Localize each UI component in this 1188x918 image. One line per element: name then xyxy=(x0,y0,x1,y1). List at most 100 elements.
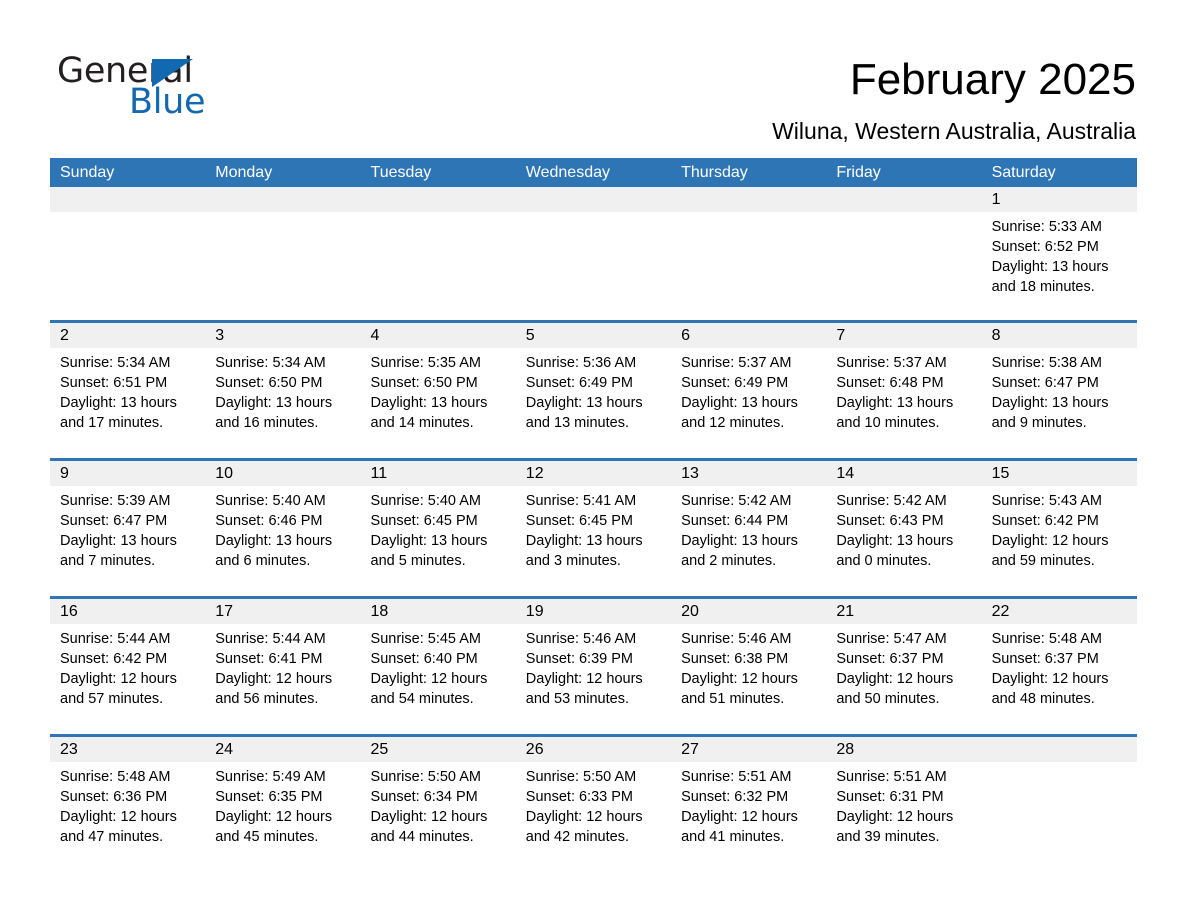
daylight-text-line1: Daylight: 13 hours xyxy=(60,395,177,411)
daylight-text-line1: Daylight: 13 hours xyxy=(215,533,333,549)
day-number: 22 xyxy=(991,603,1010,620)
day-cell[interactable]: 9 Sunrise: 5:39 AM Sunset: 6:47 PM Dayli… xyxy=(50,461,206,596)
calendar-week-row: 16 Sunrise: 5:44 AM Sunset: 6:42 PM Dayl… xyxy=(50,596,1137,734)
sunrise-text: Sunrise: 5:36 AM xyxy=(525,355,637,371)
day-number: 4 xyxy=(370,327,380,344)
daylight-text-line2: and 16 minutes. xyxy=(215,415,319,431)
day-cell[interactable]: 11 Sunrise: 5:40 AM Sunset: 6:45 PM Dayl… xyxy=(360,461,516,596)
sunset-text: Sunset: 6:32 PM xyxy=(681,789,789,805)
day-cell[interactable]: 1 Sunrise: 5:33 AM Sunset: 6:52 PM Dayli… xyxy=(981,187,1137,320)
sunset-text: Sunset: 6:52 PM xyxy=(991,239,1099,255)
sunrise-text: Sunrise: 5:46 AM xyxy=(525,631,637,647)
day-cell[interactable] xyxy=(826,187,982,320)
day-number: 8 xyxy=(991,327,1001,344)
day-cell[interactable] xyxy=(671,187,827,320)
daylight-text-line2: and 17 minutes. xyxy=(60,415,164,431)
daylight-text-line1: Daylight: 13 hours xyxy=(991,259,1109,275)
day-number: 5 xyxy=(525,327,535,344)
daylight-text-line2: and 5 minutes. xyxy=(370,553,466,569)
day-number: 1 xyxy=(991,191,1001,208)
day-cell[interactable]: 14 Sunrise: 5:42 AM Sunset: 6:43 PM Dayl… xyxy=(826,461,982,596)
day-cell[interactable]: 19 Sunrise: 5:46 AM Sunset: 6:39 PM Dayl… xyxy=(515,599,672,734)
day-cell[interactable]: 27 Sunrise: 5:51 AM Sunset: 6:32 PM Dayl… xyxy=(671,737,827,872)
sunset-text: Sunset: 6:37 PM xyxy=(836,651,944,667)
day-cell[interactable] xyxy=(50,187,206,320)
daylight-text-line2: and 48 minutes. xyxy=(991,691,1095,707)
day-number xyxy=(671,191,681,208)
daylight-text-line2: and 45 minutes. xyxy=(215,829,319,845)
day-cell[interactable]: 3 Sunrise: 5:34 AM Sunset: 6:50 PM Dayli… xyxy=(205,323,361,458)
day-cell[interactable]: 2 Sunrise: 5:34 AM Sunset: 6:51 PM Dayli… xyxy=(50,323,206,458)
day-number: 12 xyxy=(525,465,544,482)
daylight-text-line2: and 59 minutes. xyxy=(991,553,1095,569)
day-number: 14 xyxy=(836,465,855,482)
day-cell[interactable]: 5 Sunrise: 5:36 AM Sunset: 6:49 PM Dayli… xyxy=(515,323,672,458)
day-cell[interactable]: 20 Sunrise: 5:46 AM Sunset: 6:38 PM Dayl… xyxy=(671,599,827,734)
daylight-text-line2: and 0 minutes. xyxy=(836,553,932,569)
day-cell[interactable] xyxy=(515,187,672,320)
day-cell[interactable]: 7 Sunrise: 5:37 AM Sunset: 6:48 PM Dayli… xyxy=(826,323,982,458)
day-cell[interactable]: 21 Sunrise: 5:47 AM Sunset: 6:37 PM Dayl… xyxy=(826,599,982,734)
sunset-text: Sunset: 6:38 PM xyxy=(681,651,789,667)
day-cell[interactable]: 18 Sunrise: 5:45 AM Sunset: 6:40 PM Dayl… xyxy=(360,599,516,734)
daylight-text-line2: and 2 minutes. xyxy=(681,553,777,569)
day-cell[interactable] xyxy=(360,187,516,320)
sunset-text: Sunset: 6:31 PM xyxy=(836,789,944,805)
sunset-text: Sunset: 6:47 PM xyxy=(991,375,1099,391)
day-cell[interactable]: 24 Sunrise: 5:49 AM Sunset: 6:35 PM Dayl… xyxy=(205,737,361,872)
day-cell[interactable]: 12 Sunrise: 5:41 AM Sunset: 6:45 PM Dayl… xyxy=(515,461,672,596)
day-cell[interactable]: 6 Sunrise: 5:37 AM Sunset: 6:49 PM Dayli… xyxy=(671,323,827,458)
sunset-text: Sunset: 6:39 PM xyxy=(525,651,633,667)
day-cell[interactable]: 15 Sunrise: 5:43 AM Sunset: 6:42 PM Dayl… xyxy=(981,461,1137,596)
daylight-text-line1: Daylight: 13 hours xyxy=(370,533,488,549)
day-cell[interactable]: 4 Sunrise: 5:35 AM Sunset: 6:50 PM Dayli… xyxy=(360,323,516,458)
daylight-text-line1: Daylight: 12 hours xyxy=(370,809,488,825)
calendar-grid: Sunday Monday Tuesday Wednesday Thursday… xyxy=(50,158,1137,872)
daylight-text-line2: and 3 minutes. xyxy=(525,553,621,569)
weekday-header-wednesday: Wednesday xyxy=(525,164,610,181)
daylight-text-line1: Daylight: 13 hours xyxy=(681,395,798,411)
day-cell[interactable]: 16 Sunrise: 5:44 AM Sunset: 6:42 PM Dayl… xyxy=(50,599,206,734)
day-number: 9 xyxy=(60,465,69,482)
daylight-text-line2: and 9 minutes. xyxy=(991,415,1087,431)
day-number xyxy=(982,741,992,758)
daylight-text-line2: and 51 minutes. xyxy=(681,691,785,707)
sunset-text: Sunset: 6:45 PM xyxy=(370,513,478,529)
daylight-text-line2: and 54 minutes. xyxy=(370,691,474,707)
day-cell[interactable]: 23 Sunrise: 5:48 AM Sunset: 6:36 PM Dayl… xyxy=(50,737,206,872)
day-cell[interactable]: 13 Sunrise: 5:42 AM Sunset: 6:44 PM Dayl… xyxy=(671,461,827,596)
daylight-text-line1: Daylight: 13 hours xyxy=(525,395,643,411)
daylight-text-line1: Daylight: 12 hours xyxy=(681,809,798,825)
day-cell[interactable]: 8 Sunrise: 5:38 AM Sunset: 6:47 PM Dayli… xyxy=(981,323,1137,458)
day-cell[interactable]: 22 Sunrise: 5:48 AM Sunset: 6:37 PM Dayl… xyxy=(981,599,1137,734)
sunrise-text: Sunrise: 5:39 AM xyxy=(60,493,171,509)
day-number: 7 xyxy=(836,327,846,344)
day-cell[interactable] xyxy=(981,737,1137,872)
sunset-text: Sunset: 6:35 PM xyxy=(215,789,323,805)
day-cell[interactable] xyxy=(205,187,361,320)
daylight-text-line1: Daylight: 12 hours xyxy=(525,809,643,825)
day-number: 27 xyxy=(681,741,699,758)
sunset-text: Sunset: 6:34 PM xyxy=(370,789,478,805)
sunset-text: Sunset: 6:51 PM xyxy=(60,375,168,391)
sunrise-text: Sunrise: 5:50 AM xyxy=(370,769,481,785)
sunrise-text: Sunrise: 5:47 AM xyxy=(836,631,947,647)
sunset-text: Sunset: 6:47 PM xyxy=(60,513,168,529)
daylight-text-line1: Daylight: 12 hours xyxy=(836,809,954,825)
sunset-text: Sunset: 6:36 PM xyxy=(60,789,168,805)
day-cell[interactable]: 25 Sunrise: 5:50 AM Sunset: 6:34 PM Dayl… xyxy=(360,737,516,872)
daylight-text-line2: and 14 minutes. xyxy=(370,415,474,431)
daylight-text-line2: and 47 minutes. xyxy=(60,829,164,845)
sunrise-text: Sunrise: 5:51 AM xyxy=(681,769,792,785)
daylight-text-line1: Daylight: 12 hours xyxy=(991,533,1109,549)
day-cell[interactable]: 17 Sunrise: 5:44 AM Sunset: 6:41 PM Dayl… xyxy=(205,599,361,734)
day-cell[interactable]: 10 Sunrise: 5:40 AM Sunset: 6:46 PM Dayl… xyxy=(205,461,361,596)
sunrise-text: Sunrise: 5:43 AM xyxy=(991,493,1103,509)
calendar-week-row: 1 Sunrise: 5:33 AM Sunset: 6:52 PM Dayli… xyxy=(50,187,1137,320)
day-number: 16 xyxy=(60,603,78,620)
general-blue-logo[interactable]: General Blue xyxy=(57,51,357,122)
daylight-text-line1: Daylight: 13 hours xyxy=(525,533,643,549)
day-cell[interactable]: 28 Sunrise: 5:51 AM Sunset: 6:31 PM Dayl… xyxy=(826,737,982,872)
daylight-text-line2: and 42 minutes. xyxy=(525,829,629,845)
day-cell[interactable]: 26 Sunrise: 5:50 AM Sunset: 6:33 PM Dayl… xyxy=(515,737,672,872)
